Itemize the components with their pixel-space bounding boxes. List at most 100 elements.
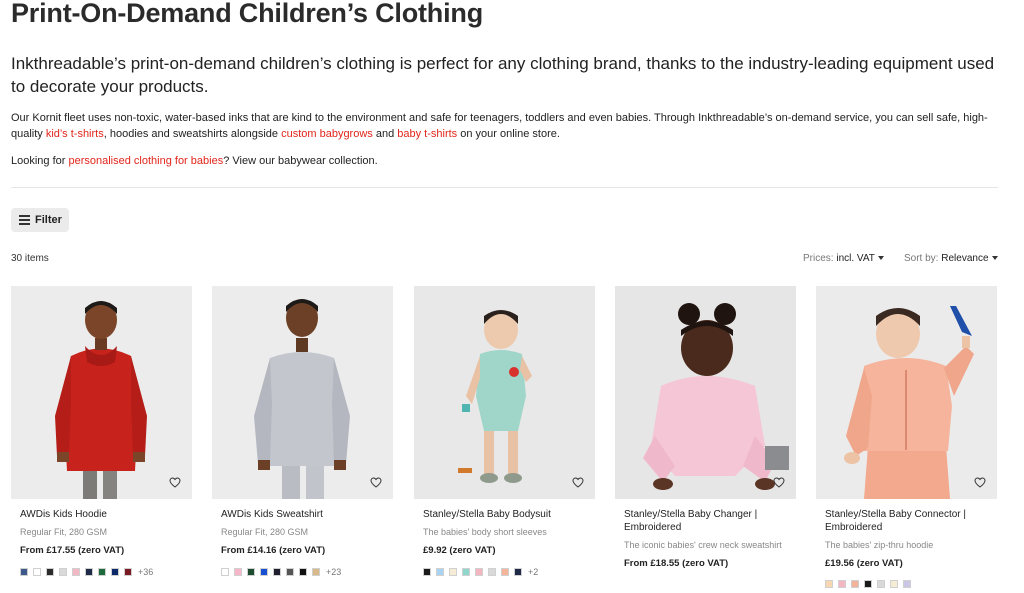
product-price: From £18.55 (zero VAT)	[624, 558, 729, 569]
intro-lead-text: Inkthreadable’s print-on-demand children…	[11, 54, 995, 96]
color-swatch[interactable]	[124, 568, 132, 576]
product-name[interactable]: AWDis Kids Hoodie	[11, 508, 192, 521]
product-price: £9.92 (zero VAT)	[423, 545, 496, 556]
intro-body: Our Kornit fleet uses non-toxic, water-b…	[11, 110, 1011, 142]
product-image[interactable]	[11, 286, 192, 499]
color-swatch[interactable]	[475, 568, 483, 576]
sort-value[interactable]: Relevance	[941, 253, 988, 264]
babywear-text-2: ? View our babywear collection.	[223, 155, 378, 167]
product-image[interactable]	[414, 286, 595, 499]
product-name[interactable]: Stanley/Stella Baby Bodysuit	[414, 508, 595, 521]
chevron-down-icon	[877, 256, 884, 261]
sort-label: Sort by:	[904, 253, 939, 264]
product-name[interactable]: Stanley/Stella Baby Connector | Embroide…	[816, 508, 997, 534]
baby-zip-hoodie-illustration	[816, 286, 997, 499]
product-price: From £17.55 (zero VAT)	[20, 545, 125, 556]
color-swatch[interactable]	[514, 568, 522, 576]
personalised-clothing-link[interactable]: personalised clothing for babies	[68, 155, 223, 167]
color-swatch[interactable]	[501, 568, 509, 576]
product-image[interactable]	[615, 286, 796, 499]
color-swatches: +23	[212, 567, 393, 577]
heart-icon[interactable]	[167, 474, 183, 490]
product-subtitle: Regular Fit, 280 GSM	[20, 527, 108, 537]
product-price: From £14.16 (zero VAT)	[221, 545, 326, 556]
product-card[interactable]: AWDis Kids Hoodie Regular Fit, 280 GSM F…	[11, 286, 192, 577]
heart-icon[interactable]	[972, 474, 988, 490]
color-swatch[interactable]	[864, 580, 872, 588]
baby-tshirts-link[interactable]: baby t-shirts	[397, 128, 457, 140]
chevron-down-icon	[991, 256, 998, 261]
product-card[interactable]: AWDis Kids Sweatshirt Regular Fit, 280 G…	[212, 286, 393, 577]
color-swatch[interactable]	[20, 568, 28, 576]
more-colors-count: +2	[528, 567, 539, 577]
heart-icon[interactable]	[570, 474, 586, 490]
color-swatch[interactable]	[111, 568, 119, 576]
baby-pink-sweatshirt-illustration	[615, 286, 796, 499]
color-swatch[interactable]	[286, 568, 294, 576]
color-swatch[interactable]	[903, 580, 911, 588]
prices-value[interactable]: incl. VAT	[836, 253, 875, 264]
section-divider	[11, 187, 998, 188]
color-swatch[interactable]	[260, 568, 268, 576]
color-swatch[interactable]	[221, 568, 229, 576]
filter-list-icon	[19, 215, 30, 225]
color-swatch[interactable]	[273, 568, 281, 576]
product-card[interactable]: Stanley/Stella Baby Bodysuit The babies'…	[414, 286, 595, 577]
babywear-paragraph: Looking for personalised clothing for ba…	[11, 153, 1011, 169]
color-swatch[interactable]	[851, 580, 859, 588]
custom-babygrows-link[interactable]: custom babygrows	[281, 128, 373, 140]
baby-bodysuit-illustration	[414, 286, 595, 499]
color-swatch[interactable]	[488, 568, 496, 576]
more-colors-count: +36	[138, 567, 154, 577]
page-title: Print-On-Demand Children’s Clothing	[11, 0, 483, 28]
color-swatch[interactable]	[98, 568, 106, 576]
color-swatch[interactable]	[72, 568, 80, 576]
product-image[interactable]	[816, 286, 997, 499]
color-swatches: +36	[11, 567, 192, 577]
kids-tshirts-link[interactable]: kid’s t-shirts	[46, 128, 104, 140]
color-swatch[interactable]	[825, 580, 833, 588]
babywear-text-1: Looking for	[11, 155, 69, 167]
color-swatches	[816, 580, 997, 588]
prices-label: Prices:	[803, 253, 834, 264]
sort-selector[interactable]: Sort by: Relevance	[904, 253, 998, 264]
color-swatch[interactable]	[299, 568, 307, 576]
color-swatch[interactable]	[234, 568, 242, 576]
kid-grey-sweatshirt-illustration	[212, 286, 393, 499]
prices-selector[interactable]: Prices: incl. VAT	[803, 253, 884, 264]
product-subtitle: The babies' body short sleeves	[423, 527, 547, 537]
color-swatch[interactable]	[877, 580, 885, 588]
product-subtitle: Regular Fit, 280 GSM	[221, 527, 309, 537]
color-swatch[interactable]	[449, 568, 457, 576]
color-swatch[interactable]	[59, 568, 67, 576]
product-subtitle: The iconic babies' crew neck sweatshirt	[624, 540, 782, 550]
filter-button-label: Filter	[35, 214, 62, 226]
color-swatch[interactable]	[46, 568, 54, 576]
heart-icon[interactable]	[771, 474, 787, 490]
filter-button[interactable]: Filter	[11, 208, 69, 232]
product-subtitle: The babies' zip-thru hoodie	[825, 540, 934, 550]
intro-body-text-4: on your online store.	[457, 128, 560, 140]
product-name[interactable]: Stanley/Stella Baby Changer | Embroidere…	[615, 508, 796, 534]
items-count: 30 items	[11, 253, 49, 264]
product-card[interactable]: Stanley/Stella Baby Connector | Embroide…	[816, 286, 997, 588]
intro-body-text-3: and	[372, 128, 398, 140]
color-swatch[interactable]	[247, 568, 255, 576]
color-swatch[interactable]	[436, 568, 444, 576]
more-colors-count: +23	[326, 567, 342, 577]
color-swatch[interactable]	[462, 568, 470, 576]
product-card[interactable]: Stanley/Stella Baby Changer | Embroidere…	[615, 286, 796, 569]
color-swatch[interactable]	[312, 568, 320, 576]
color-swatch[interactable]	[33, 568, 41, 576]
color-swatch[interactable]	[85, 568, 93, 576]
color-swatch[interactable]	[890, 580, 898, 588]
heart-icon[interactable]	[368, 474, 384, 490]
product-name[interactable]: AWDis Kids Sweatshirt	[212, 508, 393, 521]
product-price: £19.56 (zero VAT)	[825, 558, 903, 569]
intro-body-text-2: , hoodies and sweatshirts alongside	[103, 128, 282, 140]
color-swatch[interactable]	[838, 580, 846, 588]
product-image[interactable]	[212, 286, 393, 499]
color-swatch[interactable]	[423, 568, 431, 576]
color-swatches: +2	[414, 567, 595, 577]
kid-red-hoodie-illustration	[11, 286, 192, 499]
